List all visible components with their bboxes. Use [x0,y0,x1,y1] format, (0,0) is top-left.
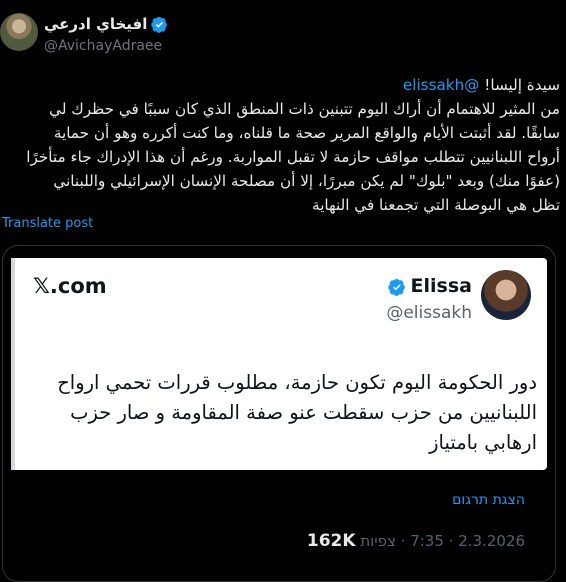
quoted-screenshot: 𝕏.com Elissa @elissakh دور الحكومة اليوم… [11,258,547,470]
post-opening-line: سيدة إليسا! @elissakh [0,73,560,97]
post-line-3: أرواح اللبنانيين تتطلب مواقف حازمة لا تق… [26,148,560,166]
post-opening: سيدة إليسا! [484,76,560,94]
author-handle[interactable]: @AvichayAdraee [44,38,162,54]
post-text: سيدة إليسا! @elissakh من المثير للاهتمام… [0,73,560,217]
views-count: 162K [306,531,356,551]
post-time: 7:35 [410,532,444,550]
post-date: 2.3.2026 [458,532,525,550]
verified-badge-icon [151,16,168,33]
post-line-2: سابقًا. لقد أثبتت الأيام والواقع المرير … [53,124,560,142]
author-avatar[interactable] [0,13,38,51]
quoted-handle: @elissakh [386,303,472,323]
quoted-verified-badge-icon [387,278,405,296]
views-label: צפיות [360,532,396,550]
quoted-post-card[interactable]: 𝕏.com Elissa @elissakh دور الحكومة اليوم… [2,245,556,582]
author-name-row[interactable]: افيخاي ادرعي [44,15,168,33]
author-name[interactable]: افيخاي ادرعي [44,15,147,33]
show-translation-link[interactable]: הצגת תרגום [452,492,525,508]
translate-post-link[interactable]: Translate post [2,216,93,231]
x-logo-text: 𝕏.com [33,274,107,298]
quote-divider [11,258,15,470]
quoted-name-row: Elissa [387,275,472,297]
quoted-text: دور الحكومة اليوم تكون حازمة، مطلوب قررا… [57,371,537,454]
quoted-name: Elissa [410,275,472,297]
mention-link[interactable]: @elissakh [403,76,480,94]
post-line-5: تظل هي البوصلة التي تجمعنا في النهاية [312,196,560,214]
post-line-4: (عفوًا منك) وبعد "بلوك" لم يكن مبررًا، إ… [53,172,560,190]
quoted-avatar [481,270,531,320]
post-line-1: من المثير للاهتمام أن أراك اليوم تتبنين … [49,100,560,118]
post-meta: 2.3.2026 · 7:35 · צפיות 162K [306,531,525,551]
